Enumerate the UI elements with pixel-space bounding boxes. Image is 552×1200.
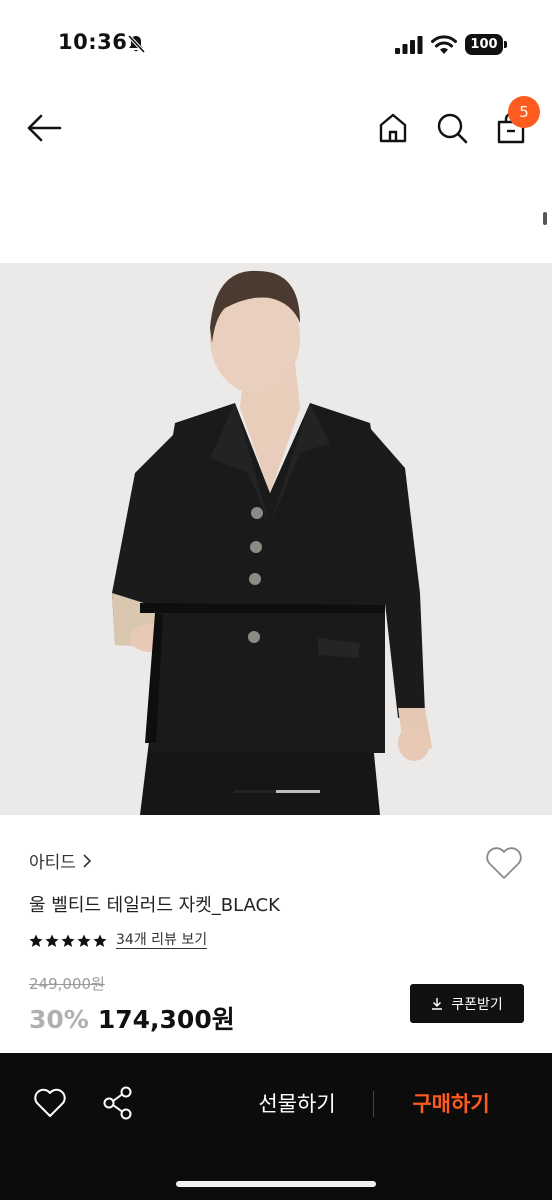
home-icon[interactable] (377, 112, 409, 144)
bottom-bar-divider (373, 1091, 374, 1117)
status-bar: 10:36 100 (0, 0, 552, 90)
search-icon[interactable] (436, 112, 468, 144)
download-icon (432, 998, 443, 1010)
gift-button[interactable]: 선물하기 (240, 1088, 354, 1120)
brand-link[interactable]: 아티드 (29, 848, 92, 873)
heart-outline-icon[interactable] (485, 846, 523, 880)
wifi-icon (431, 35, 457, 54)
back-arrow-icon[interactable] (26, 114, 62, 142)
sale-price-row: 30% 174,300원 (29, 1000, 235, 1036)
share-icon[interactable] (103, 1086, 133, 1120)
scroll-indicator (543, 212, 547, 225)
star-icon (61, 934, 75, 947)
pager-inactive-segment (276, 790, 320, 793)
battery-indicator: 100 (465, 34, 503, 55)
bell-off-icon (127, 34, 146, 54)
original-price: 249,000원 (29, 975, 105, 993)
sale-price: 174,300원 (97, 1005, 235, 1034)
product-image[interactable] (0, 263, 552, 815)
cart-count-badge: 5 (508, 96, 540, 128)
star-icon (93, 934, 107, 947)
home-indicator (176, 1181, 376, 1187)
discount-rate: 30% (29, 1005, 89, 1034)
brand-name: 아티드 (29, 853, 76, 873)
gallery-pager (234, 790, 320, 793)
star-icon (77, 934, 91, 947)
signal-icon (395, 36, 423, 54)
product-photo-illustration (0, 263, 552, 815)
star-icon (29, 934, 43, 947)
pager-active-segment (234, 790, 276, 793)
status-time: 10:36 (58, 30, 128, 54)
star-icon (45, 934, 59, 947)
product-title: 울 벨티드 테일러드 자켓_BLACK (29, 895, 280, 916)
coupon-label: 쿠폰받기 (451, 996, 503, 1013)
rating: 34개 리뷰 보기 (29, 932, 208, 949)
review-link[interactable]: 34개 리뷰 보기 (116, 932, 208, 949)
battery-tip (504, 41, 507, 48)
chevron-right-icon (83, 853, 92, 868)
heart-icon[interactable] (34, 1088, 66, 1118)
bottom-action-bar: 선물하기 구매하기 (0, 1053, 552, 1200)
buy-button[interactable]: 구매하기 (394, 1088, 508, 1120)
nav-header: 5 (0, 90, 552, 170)
coupon-button[interactable]: 쿠폰받기 (410, 984, 524, 1023)
